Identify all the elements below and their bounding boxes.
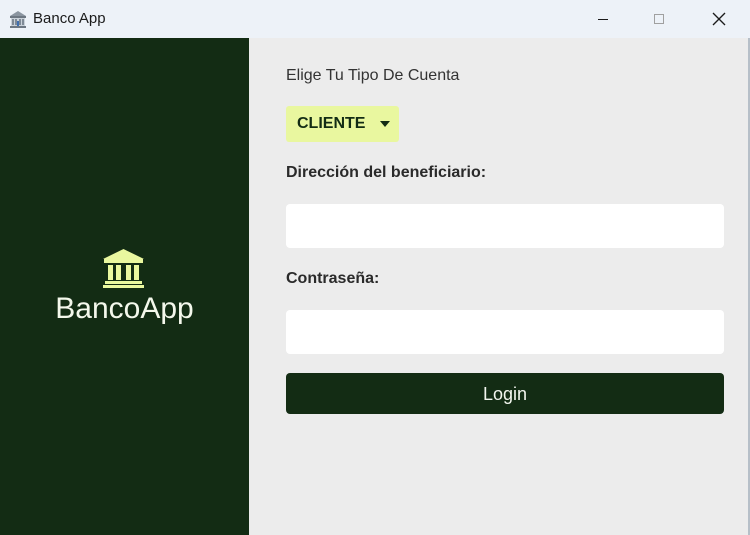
close-icon <box>712 12 726 26</box>
caret-down-icon <box>380 121 390 127</box>
account-type-label: Elige Tu Tipo De Cuenta <box>286 67 460 84</box>
brand-name: BancoApp <box>55 292 194 325</box>
bank-icon <box>103 249 144 288</box>
maximize-button[interactable] <box>636 0 682 38</box>
maximize-icon <box>654 14 664 24</box>
bank-building-icon <box>10 11 26 28</box>
minimize-button[interactable] <box>580 0 626 38</box>
password-input[interactable] <box>286 310 724 354</box>
close-button[interactable] <box>696 0 742 38</box>
address-input[interactable] <box>286 204 724 248</box>
account-type-value: CLIENTE <box>297 115 366 132</box>
address-label: Dirección del beneficiario: <box>286 164 487 181</box>
login-form: Elige Tu Tipo De Cuenta CLIENTE Direcció… <box>249 38 750 535</box>
password-label: Contraseña: <box>286 270 380 287</box>
brand-sidebar: BancoApp <box>0 38 249 535</box>
window-title: Banco App <box>33 10 106 27</box>
minimize-icon <box>598 19 608 20</box>
title-bar[interactable]: Banco App <box>0 0 750 38</box>
account-type-dropdown[interactable]: CLIENTE <box>286 106 399 142</box>
login-button[interactable]: Login <box>286 373 724 414</box>
app-window: Banco App BancoApp Elige Tu Tipo De Cuen… <box>0 0 750 535</box>
